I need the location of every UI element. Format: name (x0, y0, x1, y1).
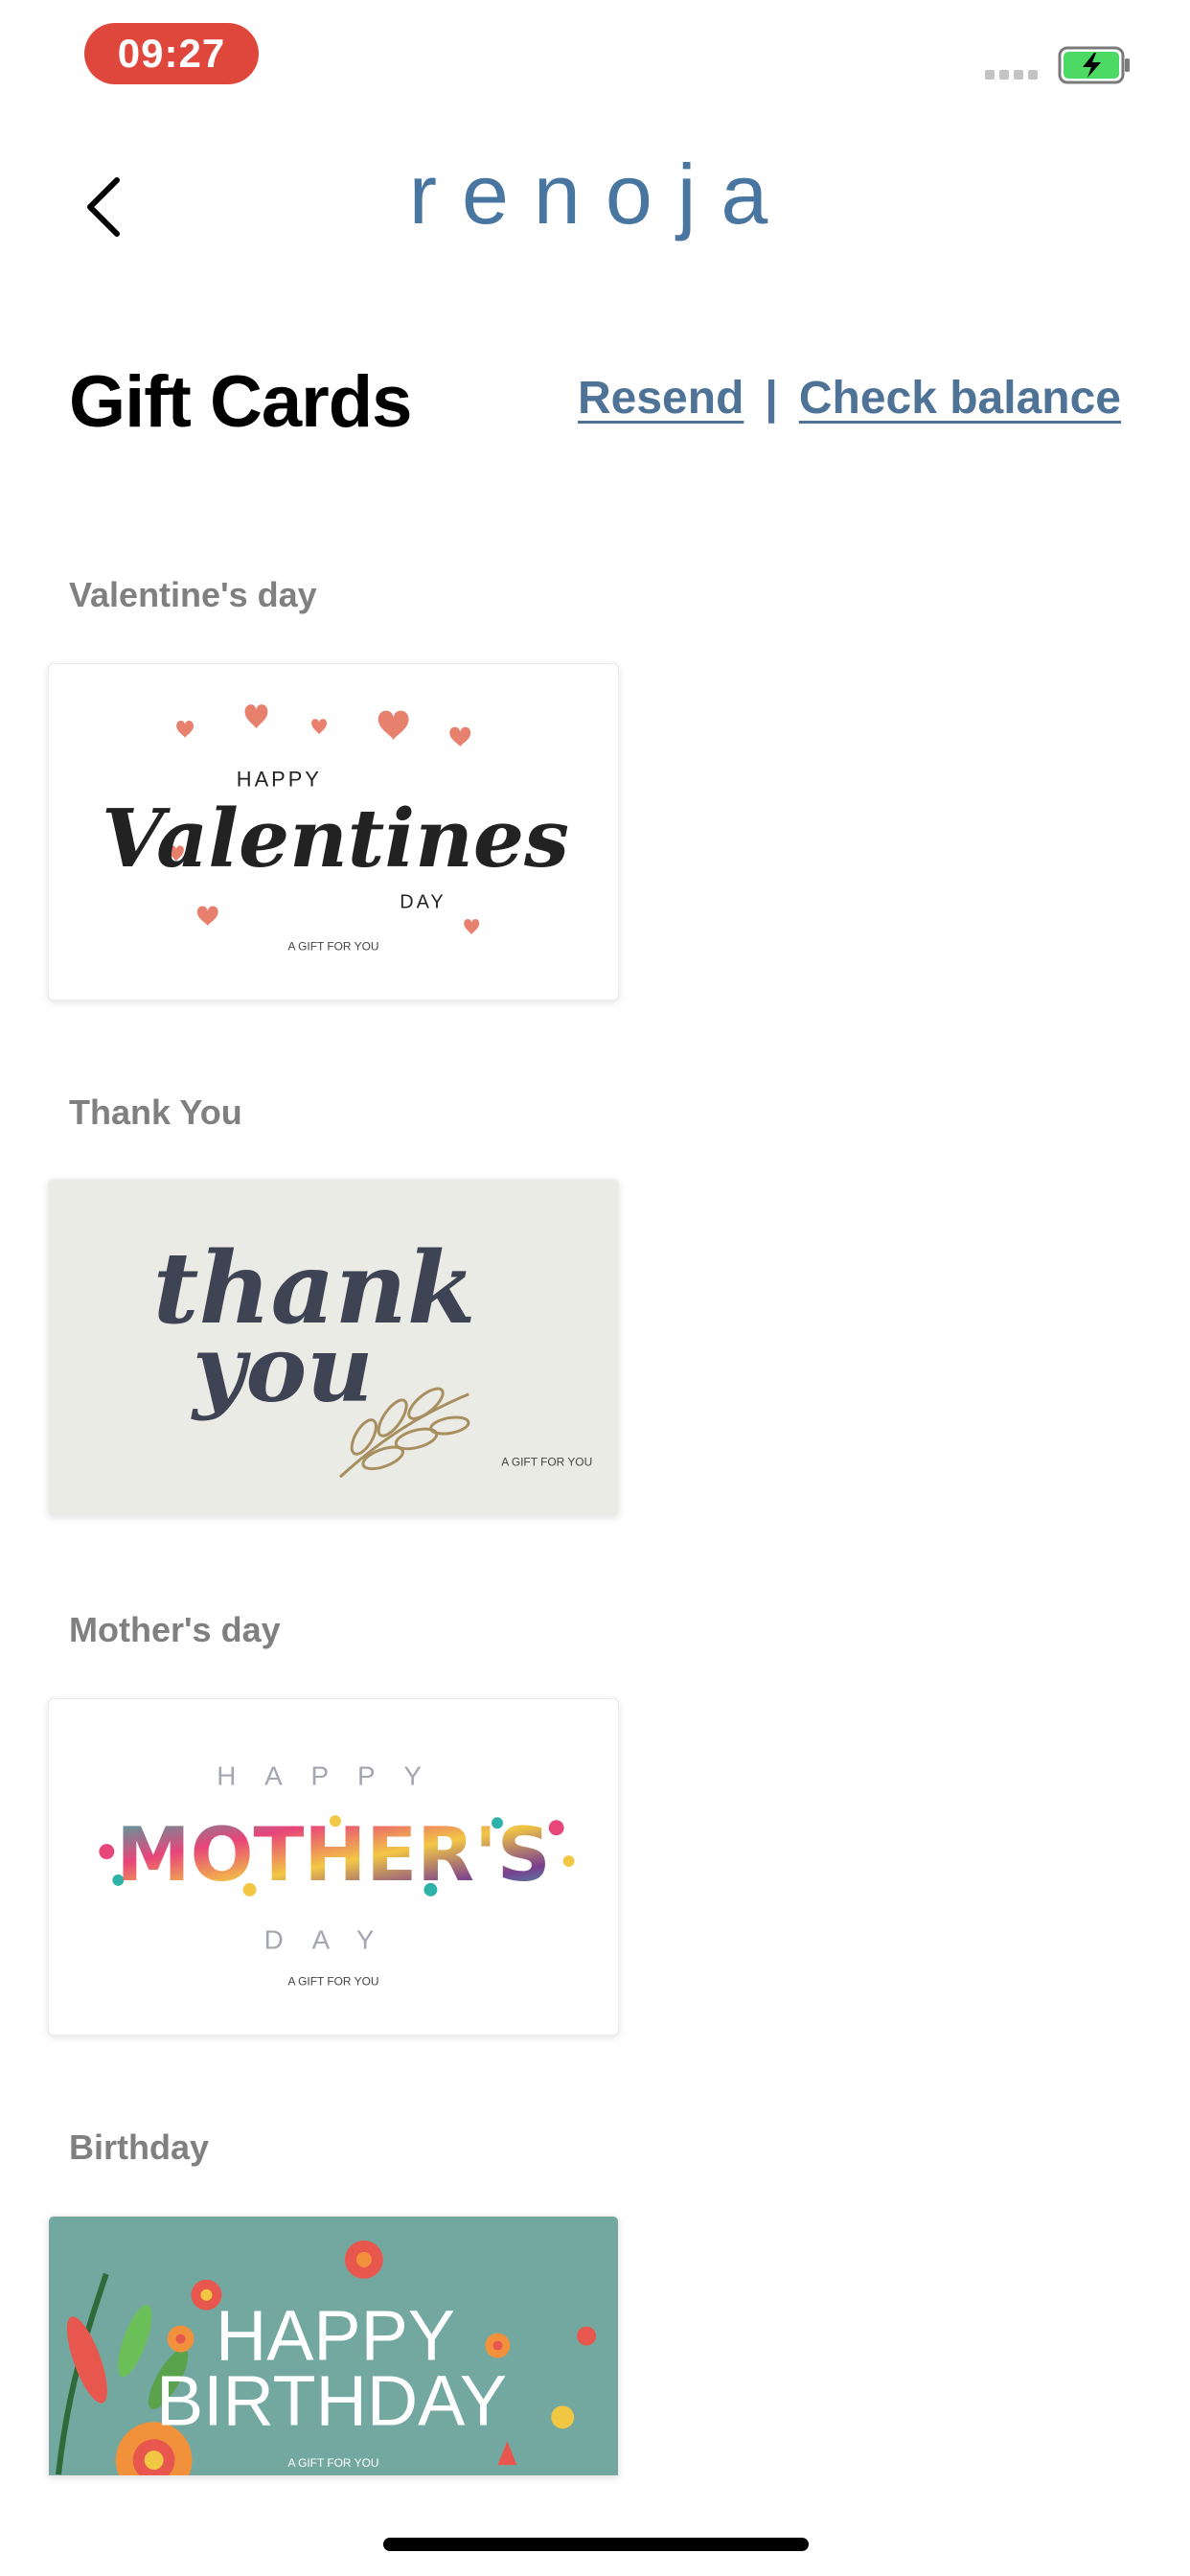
valentines-day-text: DAY (400, 892, 446, 913)
gift-card-thank-you[interactable]: thank you A GIFT FOR YOU (48, 1179, 619, 1516)
birthday-caption: A GIFT FOR YOU (287, 2456, 378, 2470)
check-balance-link[interactable]: Check balance (799, 372, 1121, 425)
mothers-happy-text: HAPPY (217, 1760, 450, 1790)
section-label-mothers-day: Mother's day (69, 1610, 281, 1649)
header-links: Resend | Check balance (578, 372, 1121, 425)
gift-card-birthday[interactable]: HAPPY BIRTHDAY A GIFT FOR YOU (48, 2216, 619, 2476)
you-text: you (191, 1315, 374, 1423)
mothers-day-card-art: HAPPY MOTHER'S DAY A GIFT FOR YOU (99, 1760, 575, 1988)
gift-card-valentines[interactable]: HAPPY Valentines DAY A GIFT FOR YOU (48, 663, 619, 1000)
section-label-valentines: Valentine's day (69, 575, 317, 614)
mothers-day-text: DAY (264, 1925, 403, 1955)
battery-charging-icon (1058, 46, 1130, 84)
thank-you-card-art: thank you A GIFT FOR YOU (153, 1230, 592, 1479)
section-label-thank-you: Thank You (69, 1092, 242, 1132)
valentines-card-art: HAPPY Valentines DAY A GIFT FOR YOU (102, 704, 569, 953)
valentines-happy-text: HAPPY (237, 767, 322, 791)
home-indicator[interactable] (383, 2538, 809, 2551)
page-title: Gift Cards (69, 361, 412, 443)
link-separator: | (765, 373, 778, 424)
renoja-logo: renoja (408, 147, 793, 242)
section-label-birthday: Birthday (69, 2128, 210, 2167)
resend-link[interactable]: Resend (578, 372, 744, 425)
birthday-text: BIRTHDAY (156, 2360, 507, 2440)
valentines-script-text: Valentines (102, 792, 569, 886)
back-chevron-icon[interactable] (77, 171, 134, 243)
mothers-day-caption: A GIFT FOR YOU (288, 1974, 379, 1988)
signal-icon (985, 70, 1038, 80)
status-time: 09:27 (84, 23, 259, 84)
valentines-caption: A GIFT FOR YOU (288, 939, 379, 953)
gift-card-mothers-day[interactable]: HAPPY MOTHER'S DAY A GIFT FOR YOU (48, 1698, 619, 2036)
mothers-main-text: MOTHER'S (116, 1812, 550, 1898)
birthday-card-art: HAPPY BIRTHDAY A GIFT FOR YOU (55, 2240, 597, 2475)
thank-you-caption: A GIFT FOR YOU (501, 1455, 592, 1468)
